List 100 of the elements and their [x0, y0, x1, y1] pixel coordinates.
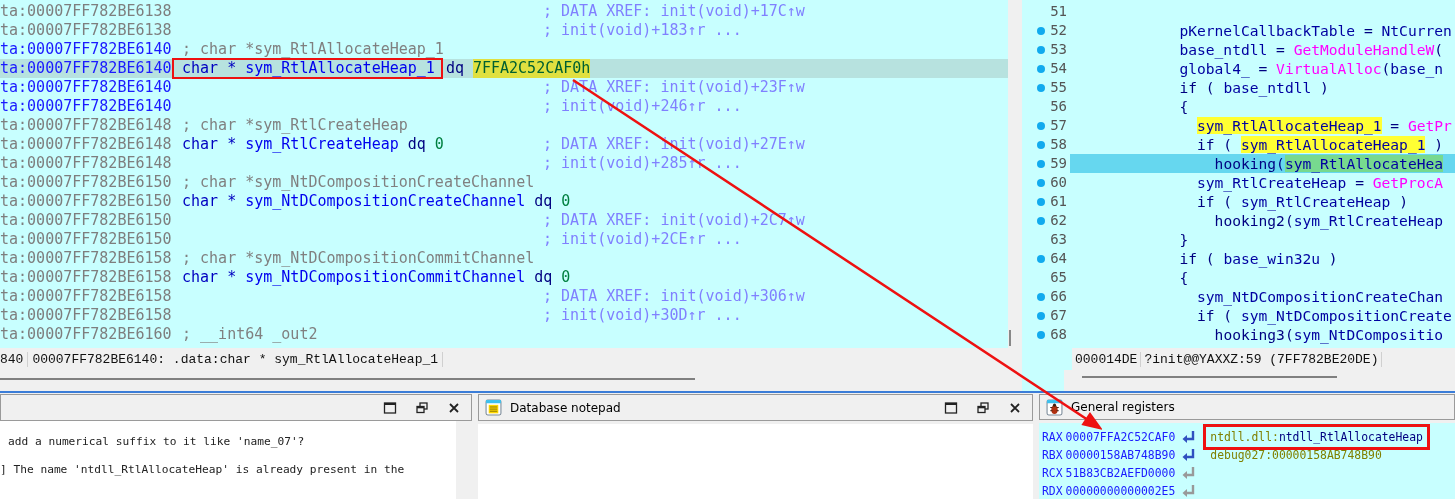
- register-value: 00000000000002E5: [1065, 484, 1176, 498]
- close-icon[interactable]: [447, 400, 461, 415]
- address-text: ta:00007FF782BE6150: [0, 230, 173, 249]
- comment-text: ; char *sym_NtDCompositionCommitChannel: [182, 249, 535, 268]
- comment-text: ; char *sym_RtlCreateHeap: [182, 116, 408, 135]
- line-number: 66: [1050, 287, 1067, 306]
- address-text: ta:00007FF782BE6150: [0, 211, 173, 230]
- code-line: if ( sym_RtlCreateHeap ): [1196, 192, 1409, 211]
- line-number: 61: [1050, 192, 1067, 211]
- panel-title: General registers: [1071, 400, 1175, 414]
- xref-comment: ; init(void)+30D↑r ...: [543, 306, 742, 325]
- code-line: sym_RtlAllocateHeap_1 = GetPr: [1196, 116, 1453, 135]
- maximize-icon[interactable]: [383, 400, 397, 415]
- line-number: 56: [1050, 97, 1067, 116]
- register-name: RBX: [1042, 448, 1063, 462]
- breakpoint-dot-icon[interactable]: [1037, 26, 1046, 35]
- line-number: 58: [1050, 135, 1067, 154]
- line-number: 55: [1050, 78, 1067, 97]
- line-number: 54: [1050, 59, 1067, 78]
- declaration-text: char * sym_NtDCompositionCommitChannel: [182, 268, 526, 287]
- xref-comment: ; init(void)+2CE↑r ...: [543, 230, 742, 249]
- value-text: 7FFA2C52CAF0h: [472, 59, 591, 78]
- breakpoint-dot-icon[interactable]: [1037, 292, 1046, 301]
- comment-text: ; char *sym_RtlAllocateHeap_1: [182, 40, 444, 59]
- output-message: ] The name 'ntdll_RtlAllocateHeap' is already present in the: [0, 463, 406, 476]
- maximize-icon[interactable]: [944, 400, 958, 415]
- line-number: 60: [1050, 173, 1067, 192]
- breakpoint-dot-icon[interactable]: [1037, 159, 1046, 168]
- address-text: ta:00007FF782BE6160: [0, 325, 173, 344]
- breakpoint-dot-icon[interactable]: [1037, 311, 1046, 320]
- code-line: hooking2(sym_RtlCreateHeap: [1213, 211, 1445, 230]
- declaration-text: char * sym_NtDCompositionCreateChannel: [182, 192, 526, 211]
- xref-comment: ; DATA XREF: init(void)+306↑w: [543, 287, 805, 306]
- breakpoint-dot-icon[interactable]: [1037, 330, 1046, 339]
- breakpoint-dot-icon[interactable]: [1037, 178, 1046, 187]
- line-number: 65: [1050, 268, 1067, 287]
- directive-text: dq: [534, 268, 553, 287]
- comment-text: ; __int64 _out2: [182, 325, 318, 344]
- line-number: 51: [1050, 2, 1067, 21]
- declaration-text: char * sym_RtlAllocateHeap_1: [182, 59, 435, 77]
- code-line: if ( sym_NtDCompositionCreate: [1196, 306, 1453, 325]
- code-line: base_ntdll = GetModuleHandleW(: [1178, 40, 1445, 59]
- panel-title: Database notepad: [510, 400, 621, 415]
- address-text: ta:00007FF782BE6158: [0, 268, 173, 287]
- code-line: }: [1178, 230, 1190, 249]
- code-line: pKernelCallbackTable = NtCurren: [1178, 21, 1453, 40]
- address-text: ta:00007FF782BE6140: [0, 78, 173, 97]
- status-text: 00007FF782BE6140: .data:char * sym_RtlAllocateHeap_1: [28, 351, 444, 367]
- line-number: 68: [1050, 325, 1067, 344]
- breakpoint-dot-icon[interactable]: [1037, 216, 1046, 225]
- breakpoint-dot-icon[interactable]: [1037, 197, 1046, 206]
- status-text: ?init@@YAXXZ:59 (7FF782BE20DE): [1141, 351, 1383, 367]
- value-text: 0: [434, 135, 444, 154]
- register-target[interactable]: debug027:00000158AB748B90: [1206, 448, 1386, 462]
- breakpoint-dot-icon[interactable]: [1037, 121, 1046, 130]
- breakpoint-dot-icon[interactable]: [1037, 45, 1046, 54]
- line-number: 52: [1050, 21, 1067, 40]
- address-text: ta:00007FF782BE6148: [0, 135, 173, 154]
- value-text: 0: [561, 268, 571, 287]
- directive-text: dq: [534, 192, 553, 211]
- xref-comment: ; DATA XREF: init(void)+17C↑w: [543, 2, 805, 21]
- close-icon[interactable]: [1008, 400, 1022, 415]
- breakpoint-dot-icon[interactable]: [1037, 254, 1046, 263]
- declaration-text: char * sym_RtlCreateHeap: [182, 135, 399, 154]
- breakpoint-dot-icon[interactable]: [1037, 83, 1046, 92]
- output-message: add a numerical suffix to it like 'name_07'?: [7, 435, 306, 448]
- address-text: ta:00007FF782BE6138: [0, 2, 173, 21]
- value-text: 0: [561, 192, 571, 211]
- breakpoint-dot-icon[interactable]: [1037, 140, 1046, 149]
- code-line: sym_RtlCreateHeap = GetProcA: [1196, 173, 1445, 192]
- address-text: ta:00007FF782BE6140: [0, 40, 173, 59]
- line-number: 64: [1050, 249, 1067, 268]
- code-line: sym_NtDCompositionCreateChan: [1196, 287, 1445, 306]
- address-text: ta:00007FF782BE6148: [0, 116, 173, 135]
- code-line: if ( base_win32u ): [1178, 249, 1339, 268]
- restore-icon[interactable]: [415, 400, 429, 415]
- register-name: RAX: [1042, 430, 1063, 444]
- bug-icon: [1046, 398, 1063, 416]
- line-number: 63: [1050, 230, 1067, 249]
- notepad-icon: [485, 399, 502, 416]
- register-name: RCX: [1042, 466, 1063, 480]
- restore-icon[interactable]: [976, 400, 990, 415]
- line-number: 53: [1050, 40, 1067, 59]
- line-number: 59: [1050, 154, 1067, 173]
- line-number: 67: [1050, 306, 1067, 325]
- scrollbar-thumb[interactable]: [1009, 330, 1011, 346]
- address-text: ta:00007FF782BE6138: [0, 21, 173, 40]
- register-target[interactable]: ntdll.dll:ntdll_RtlAllocateHeap: [1206, 430, 1427, 444]
- register-value: 51B83CB2AEFD0000: [1065, 466, 1176, 480]
- register-name: RDX: [1042, 484, 1063, 498]
- register-value: 00000158AB748B90: [1065, 448, 1176, 462]
- comment-text: ; char *sym_NtDCompositionCreateChannel: [182, 173, 535, 192]
- directive-text: dq: [407, 135, 426, 154]
- breakpoint-dot-icon[interactable]: [1037, 64, 1046, 73]
- address-text: ta:00007FF782BE6150: [0, 173, 173, 192]
- address-text: ta:00007FF782BE6158: [0, 249, 173, 268]
- address-text: ta:00007FF782BE6148: [0, 154, 173, 173]
- code-line: {: [1178, 97, 1190, 116]
- code-line: global4_ = VirtualAlloc(base_n: [1178, 59, 1445, 78]
- status-text: 000014DE: [1072, 351, 1142, 367]
